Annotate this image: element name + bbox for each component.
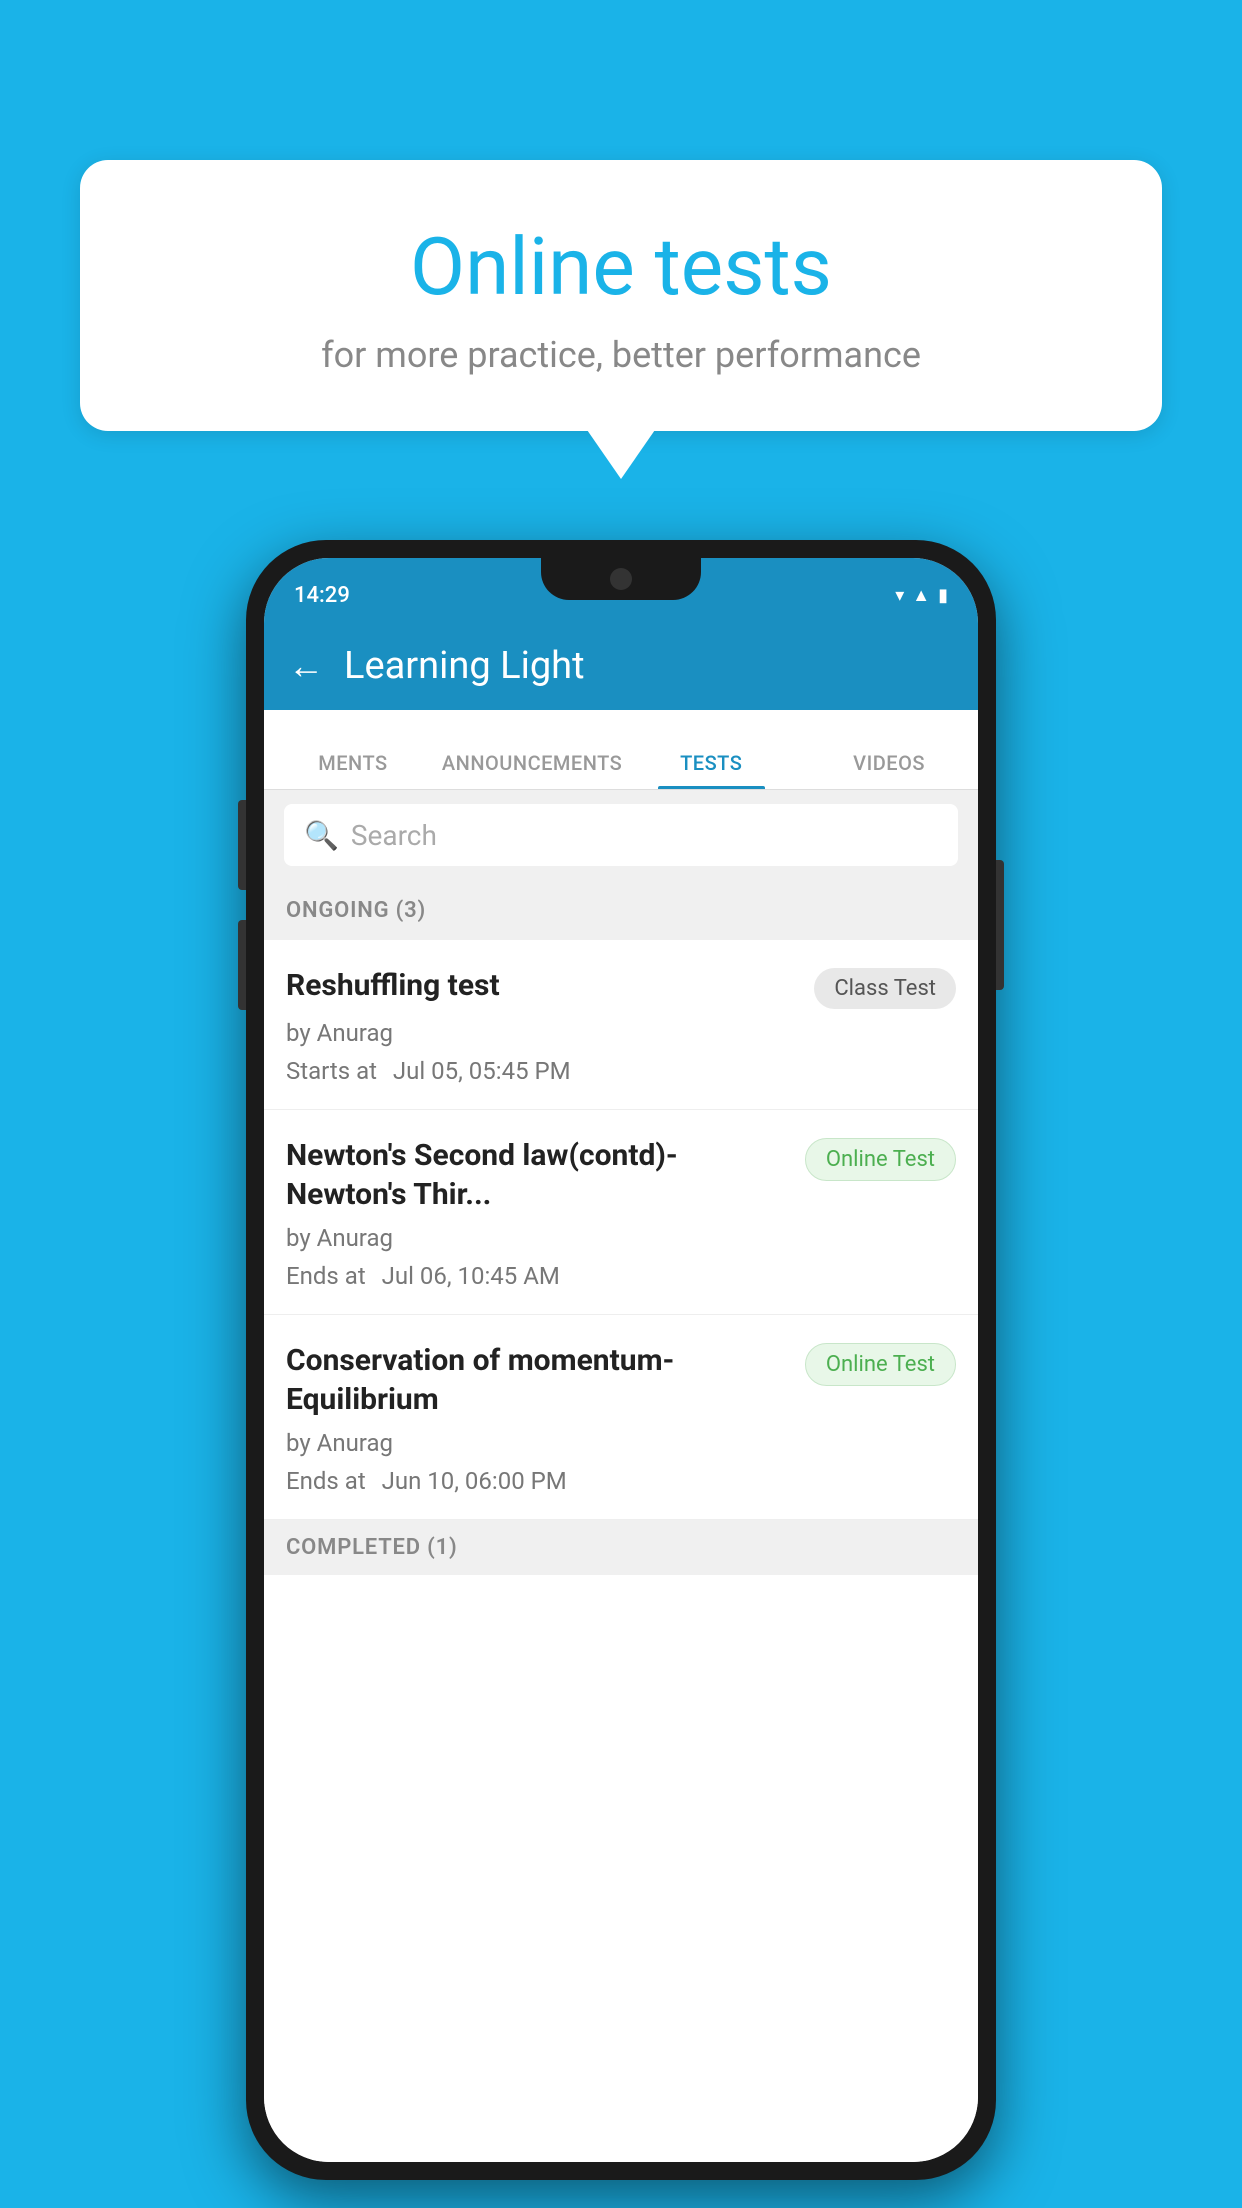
test-date-value-newtons: Jul 06, 10:45 AM <box>382 1262 560 1290</box>
phone-screen: 14:29 ▾ ▲ ▮ ← Learning Light MENTS <box>264 558 978 2162</box>
test-date-label-reshuffling: Starts at <box>286 1057 377 1085</box>
test-meta-reshuffling: by Anurag <box>286 1019 956 1047</box>
search-input-wrap[interactable]: 🔍 Search <box>284 804 958 866</box>
back-button[interactable]: ← <box>288 645 324 687</box>
test-date-value-conservation: Jun 10, 06:00 PM <box>382 1467 567 1495</box>
test-date-label-newtons: Ends at <box>286 1262 366 1290</box>
volume-down-button <box>238 920 246 1010</box>
tab-announcements[interactable]: ANNOUNCEMENTS <box>442 751 622 789</box>
test-date-conservation: Ends at Jun 10, 06:00 PM <box>286 1467 956 1495</box>
ongoing-section-header: ONGOING (3) <box>264 880 978 940</box>
test-item-conservation[interactable]: Conservation of momentum-Equilibrium Onl… <box>264 1315 978 1520</box>
signal-icon: ▲ <box>912 585 930 606</box>
search-placeholder: Search <box>351 819 437 852</box>
test-badge-newtons: Online Test <box>805 1138 956 1181</box>
test-item-newtons[interactable]: Newton's Second law(contd)-Newton's Thir… <box>264 1110 978 1315</box>
power-button <box>996 860 1004 990</box>
test-meta-newtons: by Anurag <box>286 1224 956 1252</box>
test-date-newtons: Ends at Jul 06, 10:45 AM <box>286 1262 956 1290</box>
battery-icon: ▮ <box>938 585 948 606</box>
test-meta-conservation: by Anurag <box>286 1429 956 1457</box>
camera-dot <box>610 568 632 590</box>
test-date-reshuffling: Starts at Jul 05, 05:45 PM <box>286 1057 956 1085</box>
bubble-subtitle: for more practice, better performance <box>130 334 1112 376</box>
tab-ments[interactable]: MENTS <box>264 751 442 789</box>
test-name-reshuffling: Reshuffling test <box>286 966 804 1005</box>
phone-notch <box>541 558 701 600</box>
tab-tests[interactable]: TESTS <box>622 751 800 789</box>
test-item-reshuffling[interactable]: Reshuffling test Class Test by Anurag St… <box>264 940 978 1110</box>
content-area: Reshuffling test Class Test by Anurag St… <box>264 940 978 2162</box>
test-badge-conservation: Online Test <box>805 1343 956 1386</box>
phone-shell: 14:29 ▾ ▲ ▮ ← Learning Light MENTS <box>246 540 996 2180</box>
tabs-bar: MENTS ANNOUNCEMENTS TESTS VIDEOS <box>264 710 978 790</box>
tab-videos[interactable]: VIDEOS <box>800 751 978 789</box>
search-container: 🔍 Search <box>264 790 978 880</box>
background: Online tests for more practice, better p… <box>0 0 1242 2208</box>
ongoing-label: ONGOING (3) <box>286 898 426 923</box>
test-author-newtons: by Anurag <box>286 1224 393 1252</box>
bubble-title: Online tests <box>130 220 1112 314</box>
search-icon: 🔍 <box>304 819 339 852</box>
phone-frame: 14:29 ▾ ▲ ▮ ← Learning Light MENTS <box>246 540 996 2180</box>
test-name-newtons: Newton's Second law(contd)-Newton's Thir… <box>286 1136 795 1214</box>
app-title: Learning Light <box>344 644 585 688</box>
completed-section-header: COMPLETED (1) <box>264 1520 978 1575</box>
completed-label: COMPLETED (1) <box>286 1535 458 1560</box>
wifi-icon: ▾ <box>895 585 904 606</box>
test-badge-reshuffling: Class Test <box>814 968 956 1009</box>
test-date-value-reshuffling: Jul 05, 05:45 PM <box>393 1057 571 1085</box>
speech-bubble: Online tests for more practice, better p… <box>80 160 1162 431</box>
status-icons: ▾ ▲ ▮ <box>895 585 948 606</box>
status-time: 14:29 <box>294 583 350 608</box>
test-date-label-conservation: Ends at <box>286 1467 366 1495</box>
test-author-reshuffling: by Anurag <box>286 1019 393 1047</box>
app-bar: ← Learning Light <box>264 622 978 710</box>
volume-up-button <box>238 800 246 890</box>
test-name-conservation: Conservation of momentum-Equilibrium <box>286 1341 795 1419</box>
test-author-conservation: by Anurag <box>286 1429 393 1457</box>
